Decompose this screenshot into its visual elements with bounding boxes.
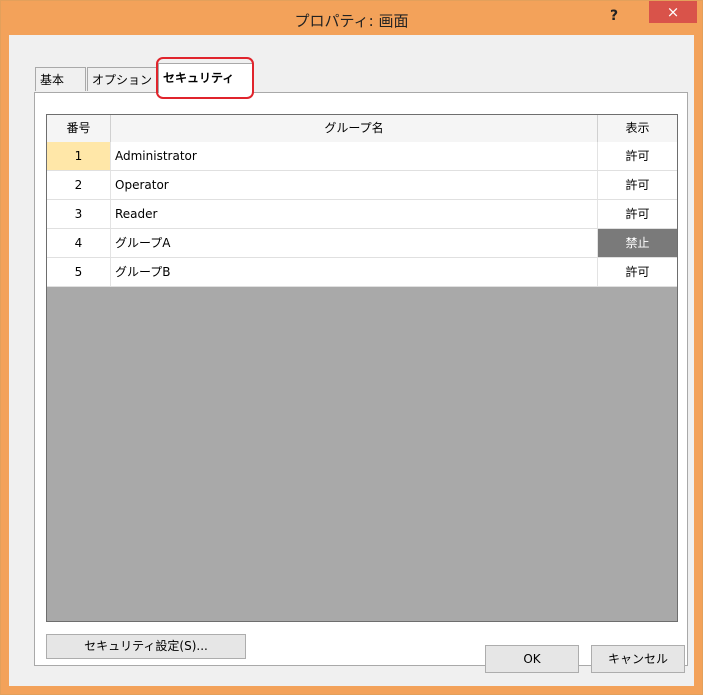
group-table: 番号 グループ名 表示 1 Administrator 許可 2 Operato… bbox=[46, 114, 678, 622]
table-row[interactable]: 5 グループB 許可 bbox=[47, 258, 677, 287]
display-permission-cell[interactable]: 禁止 bbox=[598, 229, 677, 257]
group-name-cell[interactable]: Administrator bbox=[111, 142, 598, 170]
help-button[interactable]: ? bbox=[601, 7, 627, 25]
display-permission-cell[interactable]: 許可 bbox=[598, 171, 677, 199]
table-row[interactable]: 4 グループA 禁止 bbox=[47, 229, 677, 258]
dialog-body: 基本 オプション セキュリティ 番号 グループ名 表示 1 Administra… bbox=[9, 35, 694, 686]
row-number-cell[interactable]: 2 bbox=[47, 171, 111, 199]
row-number-cell[interactable]: 1 bbox=[47, 142, 111, 170]
table-header: 番号 グループ名 表示 bbox=[47, 115, 677, 143]
security-settings-button[interactable]: セキュリティ設定(S)... bbox=[46, 634, 246, 659]
column-header-group-name[interactable]: グループ名 bbox=[111, 115, 598, 142]
column-header-display[interactable]: 表示 bbox=[598, 115, 677, 142]
row-number-cell[interactable]: 4 bbox=[47, 229, 111, 257]
group-name-cell[interactable]: グループA bbox=[111, 229, 598, 257]
security-tab-panel: 番号 グループ名 表示 1 Administrator 許可 2 Operato… bbox=[34, 92, 688, 666]
display-permission-cell[interactable]: 許可 bbox=[598, 200, 677, 228]
row-number-cell[interactable]: 5 bbox=[47, 258, 111, 286]
tab-basic[interactable]: 基本 bbox=[35, 67, 86, 91]
cancel-button[interactable]: キャンセル bbox=[591, 645, 685, 673]
table-row[interactable]: 1 Administrator 許可 bbox=[47, 142, 677, 171]
column-header-number[interactable]: 番号 bbox=[47, 115, 111, 142]
ok-button[interactable]: OK bbox=[485, 645, 579, 673]
display-permission-cell[interactable]: 許可 bbox=[598, 142, 677, 170]
close-button[interactable]: × bbox=[649, 1, 697, 23]
row-number-cell[interactable]: 3 bbox=[47, 200, 111, 228]
properties-dialog: プロパティ: 画面 ? × 基本 オプション セキュリティ 番号 グループ名 表… bbox=[0, 0, 703, 695]
group-name-cell[interactable]: Reader bbox=[111, 200, 598, 228]
group-name-cell[interactable]: Operator bbox=[111, 171, 598, 199]
tab-security-highlight bbox=[156, 57, 254, 99]
group-name-cell[interactable]: グループB bbox=[111, 258, 598, 286]
display-permission-cell[interactable]: 許可 bbox=[598, 258, 677, 286]
title-bar[interactable]: プロパティ: 画面 ? × bbox=[1, 1, 702, 35]
window-title: プロパティ: 画面 bbox=[294, 12, 409, 30]
tab-options[interactable]: オプション bbox=[87, 67, 158, 91]
table-row[interactable]: 3 Reader 許可 bbox=[47, 200, 677, 229]
table-row[interactable]: 2 Operator 許可 bbox=[47, 171, 677, 200]
